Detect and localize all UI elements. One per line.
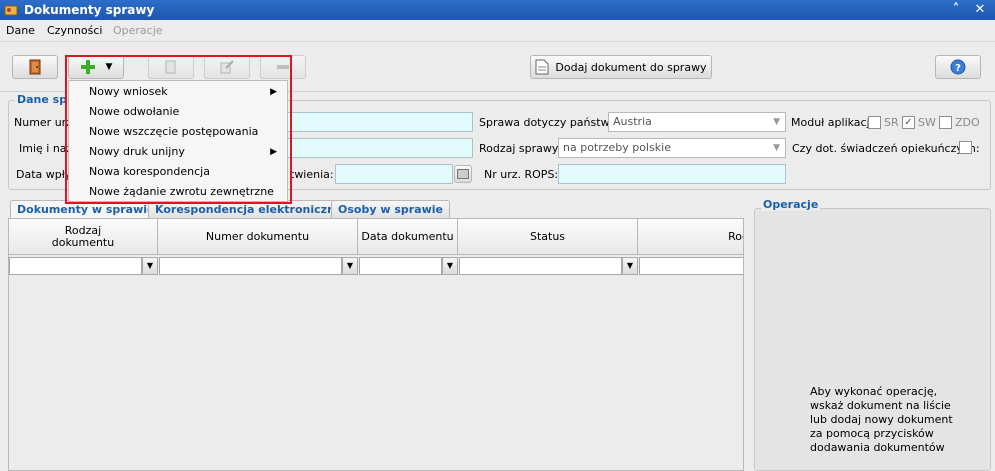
state-label: Sprawa dotyczy państwa: [479,116,621,129]
module-zdo-label: ZDO [955,116,980,129]
case-type-value: na potrzeby polskie [563,141,671,154]
case-number-label: Numer urz [14,116,72,129]
app-icon [4,5,18,16]
case-type-label: Rodzaj sprawy: [479,142,562,155]
menu-item-label: Nowy wniosek [89,85,168,98]
window-title: Dokumenty sprawy [24,3,155,17]
menu-item-label: Nowy druk unijny [89,145,185,158]
documents-grid: Rodzaj dokumentu Numer dokumentu Data do… [8,218,744,471]
menu-operacje[interactable]: Operacje [113,24,163,37]
plus-icon [80,60,95,74]
exit-button[interactable] [12,55,58,79]
chevron-down-icon: ▼ [773,117,780,127]
module-label: Moduł aplikacji: [791,116,877,129]
filter-kind-input[interactable] [639,257,743,275]
help-icon: ? [950,59,966,75]
tab-persons[interactable]: Osoby w sprawie [331,200,450,219]
menu-item-new-refund-request[interactable]: Nowe żądanie zwrotu zewnętrzne [69,182,289,202]
module-sr-label: SR [884,116,899,129]
menu-item-label: Nowe wszczęcie postępowania [89,125,259,138]
menu-item-label: Nowe żądanie zwrotu zewnętrzne [89,185,274,198]
svg-text:?: ? [955,63,961,74]
establish-date-field[interactable] [335,164,453,184]
calendar-button[interactable] [454,165,472,183]
menu-czynnosci[interactable]: Czynności [47,24,102,37]
name-field[interactable] [280,138,473,158]
establish-date-label: twienia: [290,168,334,181]
add-new-dropdown-menu: Nowy wniosek ▶ Nowe odwołanie Nowe wszcz… [68,80,288,202]
menu-item-new-application[interactable]: Nowy wniosek ▶ [69,82,289,102]
title-bar: Dokumenty sprawy ˄ ✕ [0,0,995,20]
state-value: Austria [613,115,652,128]
case-type-select[interactable]: na potrzeby polskie ▼ [558,138,786,158]
submenu-arrow-icon: ▶ [270,147,277,157]
state-select[interactable]: Austria ▼ [608,112,786,132]
care-benefits-label: Czy dot. świadczeń opiekuńczych: [792,142,980,155]
menu-item-new-proceedings[interactable]: Nowe wszczęcie postępowania [69,122,289,142]
filter-date-dropdown[interactable]: ▼ [442,257,458,275]
menu-item-new-eu-form[interactable]: Nowy druk unijny ▶ [69,142,289,162]
calendar-icon [457,169,469,179]
filter-type-dropdown[interactable]: ▼ [142,257,158,275]
menu-item-new-correspondence[interactable]: Nowa korespondencja [69,162,289,182]
module-zdo-checkbox[interactable] [939,116,952,129]
column-header-status[interactable]: Status [458,219,638,255]
window: Dokumenty sprawy ˄ ✕ Dane Czynności Oper… [0,0,995,471]
module-sw-checkbox[interactable]: ✓ [902,116,915,129]
tab-documents[interactable]: Dokumenty w sprawie [10,200,162,219]
operations-panel: Aby wykonać operację, wskaż dokument na … [754,208,991,471]
menu-bar: Dane Czynności Operacje [0,20,995,42]
document-icon [535,59,549,75]
date-received-label: Data wpły [16,168,72,181]
menu-item-label: Nowe odwołanie [89,105,180,118]
minus-icon [277,65,289,69]
help-button[interactable]: ? [935,55,981,79]
filter-number-dropdown[interactable]: ▼ [342,257,358,275]
remove-button[interactable] [260,55,306,79]
filter-number-input[interactable] [159,257,342,275]
operations-hint: Aby wykonać operację, wskaż dokument na … [810,385,953,454]
menu-dane[interactable]: Dane [6,24,35,37]
edit-icon [220,60,234,74]
collapse-icon[interactable]: ˄ [947,1,965,19]
menu-item-new-appeal[interactable]: Nowe odwołanie [69,102,289,122]
add-document-button[interactable]: Dodaj dokument do sprawy [530,55,712,79]
filter-status-dropdown[interactable]: ▼ [622,257,638,275]
chevron-down-icon[interactable]: ▼ [106,62,113,72]
care-benefits-checkbox[interactable] [959,141,972,154]
column-header-kind[interactable]: Rod [638,219,743,255]
module-sw-label: SW [918,116,936,129]
add-new-dropdown-button[interactable]: ▼ [68,55,124,79]
tab-e-correspondence[interactable]: Korespondencja elektroniczna [148,200,350,219]
add-document-label: Dodaj dokument do sprawy [555,60,707,74]
case-data-title: Dane spr [15,93,75,106]
module-sr-checkbox[interactable] [868,116,881,129]
operations-title: Operacje [761,198,821,211]
submenu-arrow-icon: ▶ [270,87,277,97]
name-label: Imię i naz [19,142,73,155]
rops-field[interactable] [558,164,786,184]
copy-button[interactable] [148,55,194,79]
edit-button[interactable] [204,55,250,79]
filter-type-input[interactable] [9,257,142,275]
door-exit-icon [29,59,41,75]
close-icon[interactable]: ✕ [971,1,989,19]
menu-item-label: Nowa korespondencja [89,165,210,178]
case-number-field[interactable] [280,112,473,132]
filter-date-input[interactable] [359,257,442,275]
column-header-number[interactable]: Numer dokumentu [158,219,358,255]
rops-label: Nr urz. ROPS: [484,168,559,181]
document-copy-icon [165,60,176,74]
chevron-down-icon: ▼ [773,143,780,153]
column-header-date[interactable]: Data dokumentu [358,219,458,255]
filter-status-input[interactable] [459,257,622,275]
column-header-type[interactable]: Rodzaj dokumentu [9,219,158,255]
